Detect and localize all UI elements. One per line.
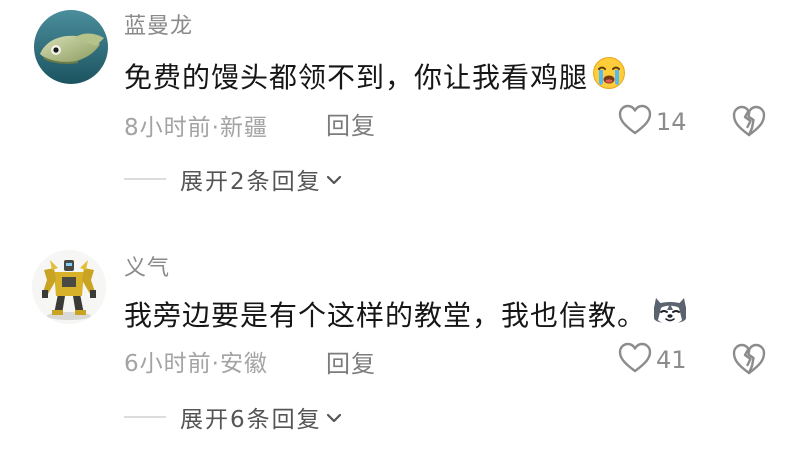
fish-avatar-image [34,10,108,84]
expand-replies-button[interactable]: 展开2条回复 [124,162,342,196]
timestamp-location: 8小时前·新疆 [124,115,268,141]
comment-text-content: 免费的馒头都领不到，你让我看鸡腿 [124,61,589,94]
like-count: 14 [656,108,687,136]
expand-replies-label: 展开2条回复 [180,169,322,195]
expand-replies-button[interactable]: 展开6条回复 [124,400,342,434]
reply-button[interactable]: 回复 [326,106,376,141]
timestamp-location: 6小时前·安徽 [124,351,268,377]
username[interactable]: 蓝曼龙 [124,8,193,40]
reply-button[interactable]: 回复 [326,344,376,379]
like-count: 41 [656,346,687,374]
chevron-down-icon [326,171,342,190]
broken-heart-icon [731,343,767,380]
robot-avatar-image [32,250,106,324]
avatar-fish[interactable] [34,10,108,84]
comment-text: 我旁边要是有个这样的教堂，我也信教。 [124,294,690,338]
divider-line [124,178,166,180]
comment-text-content: 我旁边要是有个这样的教堂，我也信教。 [124,299,647,332]
avatar-robot[interactable] [32,250,106,324]
chevron-down-icon [326,409,342,428]
comment-item: 蓝曼龙 免费的馒头都领不到，你让我看鸡腿 8小时前·新疆 回复 14 展开2条回… [0,0,800,236]
username[interactable]: 义气 [124,250,170,282]
broken-heart-icon [731,105,767,142]
like-button[interactable]: 14 [618,104,687,140]
like-button[interactable]: 41 [618,342,687,378]
divider-line [124,416,166,418]
comment-item: 义气 我旁边要是有个这样的教堂，我也信教。 6小时前·安徽 回复 41 展开6条… [0,236,800,472]
comment-text: 免费的馒头都领不到，你让我看鸡腿 [124,56,626,100]
crying-face-emoji-icon [592,56,626,97]
expand-replies-label: 展开6条回复 [180,407,322,433]
husky-dog-emoji-icon [650,294,690,335]
comment-list: 蓝曼龙 免费的馒头都领不到，你让我看鸡腿 8小时前·新疆 回复 14 展开2条回… [0,0,800,472]
heart-icon [618,104,652,140]
dislike-button[interactable] [731,104,767,140]
dislike-button[interactable] [731,342,767,378]
heart-icon [618,342,652,378]
